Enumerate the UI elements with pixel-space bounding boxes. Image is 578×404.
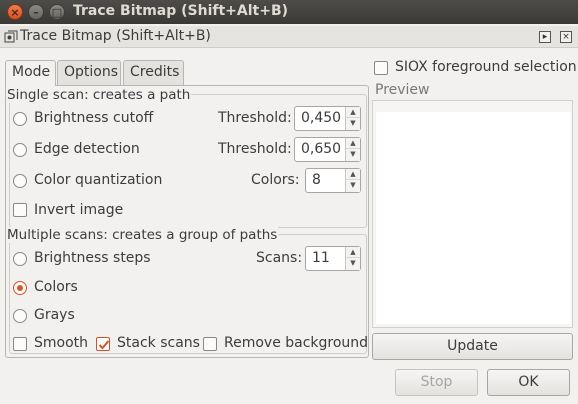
spin-down-icon[interactable]: ▼ — [346, 180, 360, 191]
tab-label: Options — [64, 64, 119, 80]
color-quantization-label: Color quantization — [34, 172, 163, 188]
close-icon: × — [562, 32, 570, 42]
tab-mode[interactable]: Mode — [5, 60, 56, 86]
edge-threshold-value: 0,650 — [301, 141, 342, 157]
tab-credits[interactable]: Credits — [123, 60, 184, 85]
spin-up-icon[interactable]: ▲ — [346, 107, 360, 118]
window-titlebar: × – □ Trace Bitmap (Shift+Alt+B) — [0, 0, 578, 24]
brightness-threshold-label: Threshold: — [218, 110, 292, 126]
scans-spin[interactable]: 11 ▲ ▼ — [305, 246, 361, 271]
window-minimize-button[interactable]: – — [28, 4, 44, 20]
window-close-button[interactable]: × — [7, 4, 23, 20]
arrow-right-icon: ▸ — [542, 32, 548, 42]
siox-checkbox[interactable] — [374, 61, 388, 75]
preview-heading: Preview — [375, 82, 430, 98]
quant-colors-label: Colors: — [251, 172, 300, 188]
dock-header: Trace Bitmap (Shift+Alt+B) ▸ × — [0, 26, 578, 48]
spin-down-icon[interactable]: ▼ — [346, 258, 360, 269]
edge-threshold-label: Threshold: — [218, 141, 292, 157]
close-icon: × — [10, 5, 20, 19]
window-maximize-button[interactable]: □ — [49, 4, 65, 20]
invert-image-label: Invert image — [34, 202, 124, 218]
stop-button[interactable]: Stop — [395, 369, 478, 396]
spin-down-icon[interactable]: ▼ — [346, 149, 360, 160]
stack-scans-checkbox[interactable] — [96, 337, 110, 351]
invert-image-checkbox[interactable] — [13, 203, 27, 217]
spin-buttons: ▲ ▼ — [345, 138, 360, 161]
minimize-icon: – — [33, 5, 39, 19]
tab-label: Credits — [130, 64, 180, 80]
remove-background-label: Remove background — [224, 335, 369, 351]
dock-close-button[interactable]: × — [560, 31, 572, 43]
brightness-steps-radio[interactable] — [13, 252, 27, 266]
spin-up-icon[interactable]: ▲ — [346, 169, 360, 180]
checkmark-icon — [98, 340, 110, 350]
spin-buttons: ▲ ▼ — [345, 107, 360, 130]
brightness-threshold-value: 0,450 — [301, 110, 342, 126]
siox-label: SIOX foreground selection — [395, 59, 577, 75]
spin-down-icon[interactable]: ▼ — [346, 118, 360, 129]
maximize-icon: □ — [51, 5, 63, 19]
multi-scan-heading: Multiple scans: creates a group of paths — [6, 227, 279, 243]
spin-up-icon[interactable]: ▲ — [346, 138, 360, 149]
spin-buttons: ▲ ▼ — [345, 247, 360, 270]
preview-area — [376, 112, 571, 324]
color-quantization-radio[interactable] — [13, 174, 27, 188]
quant-colors-value: 8 — [312, 172, 321, 188]
spin-buttons: ▲ ▼ — [345, 169, 360, 192]
update-button[interactable]: Update — [372, 333, 573, 360]
grays-radio[interactable] — [13, 309, 27, 323]
window-title: Trace Bitmap (Shift+Alt+B) — [73, 3, 289, 19]
dock-iconify-button[interactable]: ▸ — [539, 31, 551, 43]
edge-threshold-spin[interactable]: 0,650 ▲ ▼ — [294, 137, 361, 162]
ok-button[interactable]: OK — [487, 369, 570, 396]
spin-up-icon[interactable]: ▲ — [346, 247, 360, 258]
colors-radio[interactable] — [13, 281, 27, 295]
single-scan-heading: Single scan: creates a path — [6, 87, 192, 103]
remove-background-checkbox[interactable] — [203, 337, 217, 351]
dock-title: Trace Bitmap (Shift+Alt+B) — [20, 28, 211, 44]
brightness-steps-label: Brightness steps — [34, 250, 151, 266]
colors-label: Colors — [34, 279, 78, 295]
brightness-cutoff-radio[interactable] — [13, 112, 27, 126]
tab-options[interactable]: Options — [57, 60, 121, 85]
edge-detection-radio[interactable] — [13, 143, 27, 157]
tab-label: Mode — [12, 64, 51, 80]
brightness-cutoff-label: Brightness cutoff — [34, 110, 154, 126]
smooth-label: Smooth — [34, 335, 89, 351]
brightness-threshold-spin[interactable]: 0,450 ▲ ▼ — [294, 106, 361, 131]
trace-bitmap-icon — [4, 30, 18, 43]
edge-detection-label: Edge detection — [34, 141, 140, 157]
scans-label: Scans: — [256, 250, 303, 266]
grays-label: Grays — [34, 307, 75, 323]
scans-value: 11 — [312, 250, 330, 266]
quant-colors-spin[interactable]: 8 ▲ ▼ — [305, 168, 361, 193]
smooth-checkbox[interactable] — [13, 337, 27, 351]
stack-scans-label: Stack scans — [117, 335, 200, 351]
